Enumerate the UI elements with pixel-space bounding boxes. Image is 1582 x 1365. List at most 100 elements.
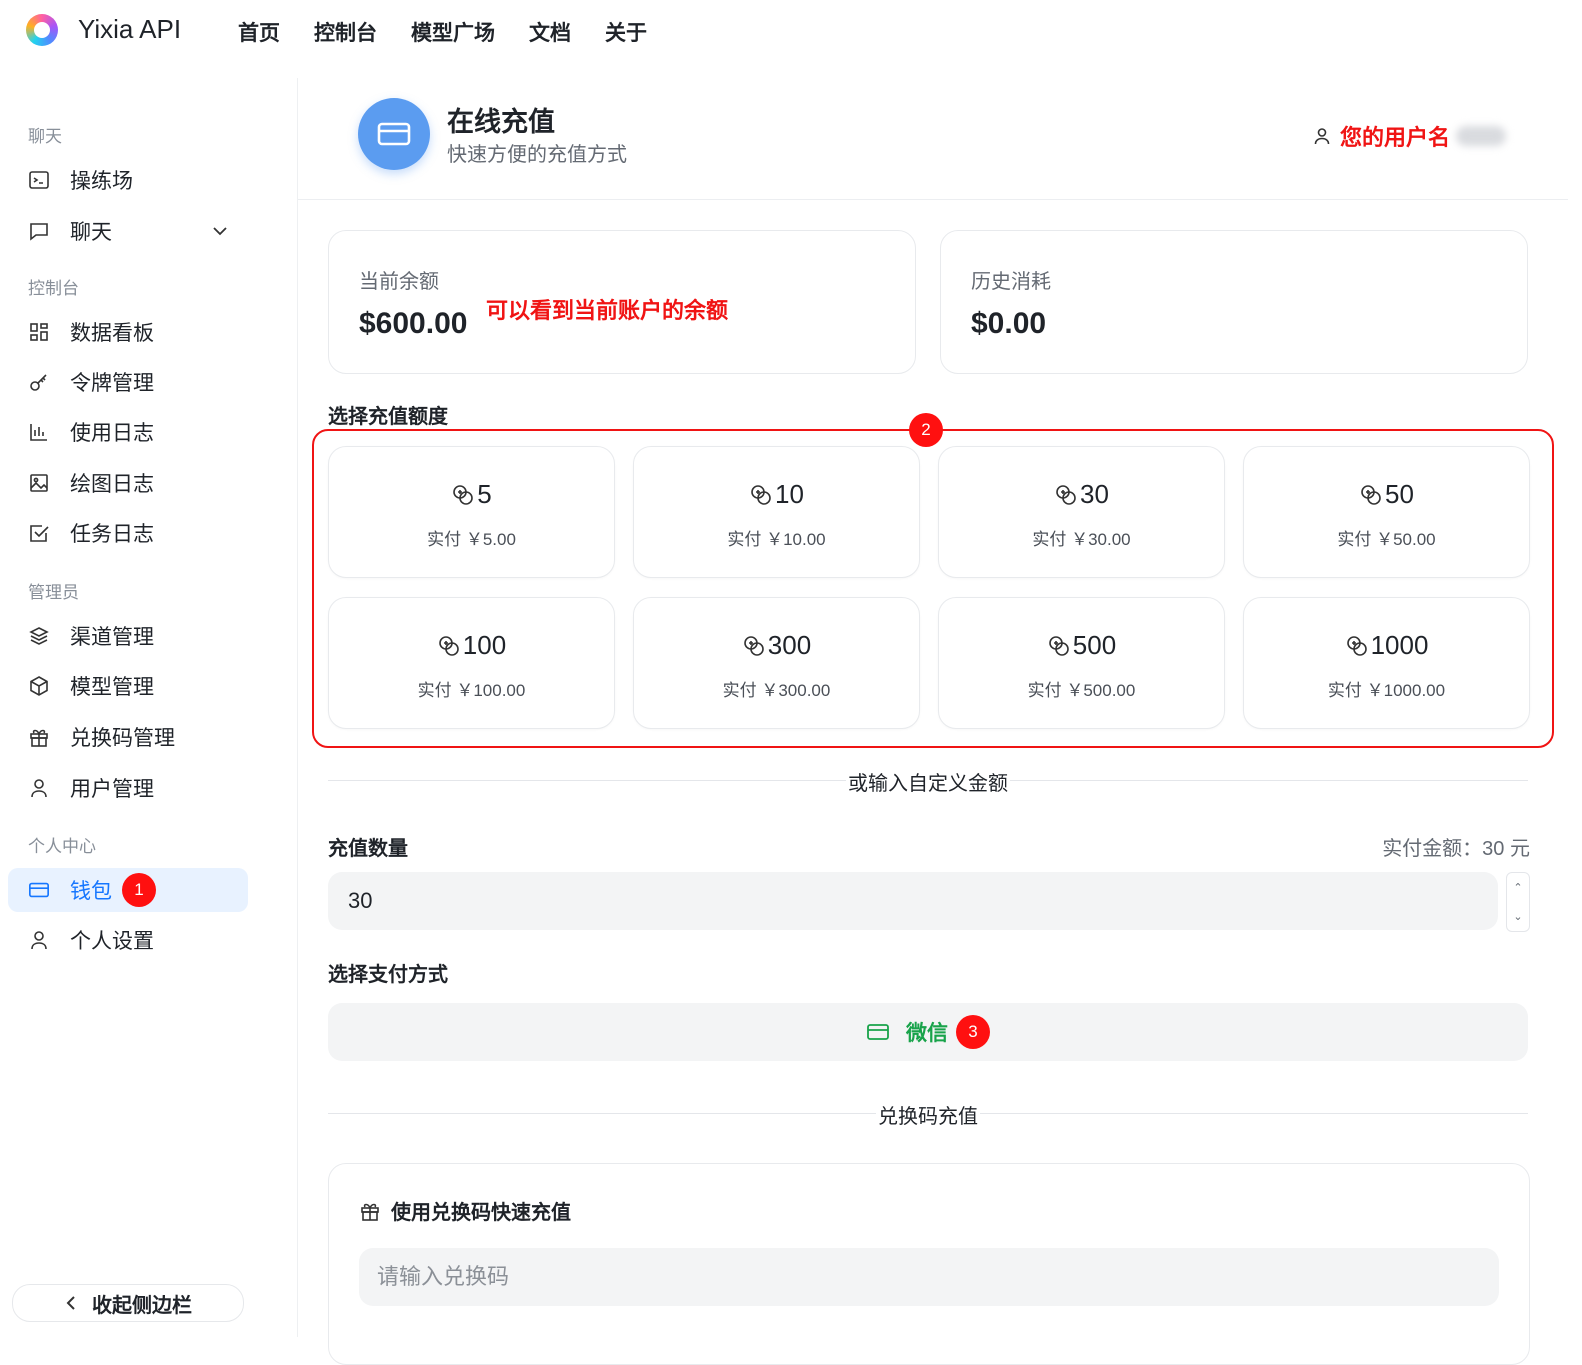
amount-option-value-row: 100 — [329, 630, 614, 661]
sidebar-group-chat: 聊天 — [28, 127, 62, 146]
balance-value: $600.00 — [359, 307, 468, 340]
annotation-badge-1: 1 — [122, 873, 156, 907]
sidebar-item-chat[interactable]: 聊天 — [8, 209, 248, 253]
custom-amount-divider-text: 或输入自定义金额 — [298, 767, 1558, 796]
amount-option-pay: 实付 ￥300.00 — [722, 681, 831, 700]
nav-about[interactable]: 关于 — [605, 17, 647, 47]
sidebar-item-usage-log[interactable]: 使用日志 — [8, 410, 248, 454]
redeem-card: 使用兑换码快速充值 — [328, 1163, 1530, 1365]
sidebar-item-users[interactable]: 用户管理 — [8, 766, 248, 810]
cube-icon — [28, 675, 50, 697]
sidebar-group-personal: 个人中心 — [28, 837, 96, 856]
sidebar-item-dashboard[interactable]: 数据看板 — [8, 310, 248, 354]
custom-amount-divider-label: 或输入自定义金额 — [846, 773, 1010, 795]
sidebar-item-wallet[interactable]: 钱包 1 — [8, 868, 248, 912]
header-divider — [298, 199, 1568, 200]
bar-chart-icon — [28, 421, 50, 443]
page-subtitle: 快速方便的充值方式 — [447, 144, 627, 166]
amount-option-value-row: 10 — [634, 479, 919, 510]
chevron-up-icon[interactable]: ⌃ — [1513, 881, 1522, 894]
sidebar-item-label: 数据看板 — [70, 322, 154, 345]
amount-option-card[interactable]: 30 实付 ￥30.00 — [938, 446, 1225, 578]
checkbox-icon — [28, 522, 50, 544]
sidebar-item-label: 兑换码管理 — [70, 727, 175, 750]
chevron-down-icon[interactable]: ⌄ — [1513, 910, 1522, 923]
sidebar-item-playground[interactable]: 操练场 — [8, 158, 248, 202]
layers-icon — [28, 625, 50, 647]
chevron-left-icon — [64, 1295, 78, 1311]
amount-option-value-row: 500 — [939, 630, 1224, 661]
amount-option-pay: 实付 ￥500.00 — [1027, 681, 1136, 700]
amount-option-value: 100 — [462, 630, 507, 660]
amount-option-value-row: 30 — [939, 479, 1224, 510]
brand-name[interactable]: Yixia API — [78, 14, 181, 45]
annotation-badge-2: 2 — [909, 413, 943, 447]
payment-section-title: 选择支付方式 — [328, 964, 448, 986]
main-content: 在线充值 快速方便的充值方式 您的用户名 当前余额 $600.00 可以看到当前… — [297, 78, 1568, 1365]
coins-icon — [1047, 634, 1071, 658]
amount-option-card[interactable]: 10 实付 ￥10.00 — [633, 446, 920, 578]
wechat-pay-button[interactable]: 微信 3 — [328, 1003, 1528, 1061]
top-nav: 首页 控制台 模型广场 文档 关于 — [238, 17, 647, 47]
redeem-card-title: 使用兑换码快速充值 — [391, 1202, 571, 1224]
gift-icon — [359, 1200, 381, 1222]
collapse-sidebar-label: 收起侧边栏 — [92, 1294, 192, 1317]
logo[interactable] — [26, 14, 58, 46]
balance-annotation: 可以看到当前账户的余额 — [486, 298, 729, 323]
quantity-label: 充值数量 — [328, 838, 408, 860]
pay-amount: 实付金额：30 元 — [1382, 838, 1530, 860]
amount-option-card[interactable]: 1000 实付 ￥1000.00 — [1243, 597, 1530, 729]
amount-option-pay: 实付 ￥5.00 — [427, 530, 516, 549]
consumed-card: 历史消耗 $0.00 — [940, 230, 1528, 374]
amount-option-card[interactable]: 50 实付 ￥50.00 — [1243, 446, 1530, 578]
amount-option-pay: 实付 ￥1000.00 — [1327, 681, 1446, 700]
amount-option-value: 500 — [1072, 630, 1117, 660]
quantity-input[interactable]: 30 — [328, 872, 1498, 930]
amount-option-card[interactable]: 300 实付 ￥300.00 — [633, 597, 920, 729]
coins-icon — [742, 634, 766, 658]
redeem-card-header: 使用兑换码快速充值 — [359, 1196, 571, 1225]
card-icon — [28, 879, 50, 901]
page-title: 在线充值 — [447, 107, 555, 137]
sidebar-item-label: 聊天 — [70, 221, 112, 244]
nav-model-plaza[interactable]: 模型广场 — [411, 17, 495, 47]
nav-home[interactable]: 首页 — [238, 17, 280, 47]
sidebar-item-drawing-log[interactable]: 绘图日志 — [8, 461, 248, 505]
chevron-down-icon[interactable] — [210, 221, 230, 246]
sidebar-item-personal-settings[interactable]: 个人设置 — [8, 918, 248, 962]
sidebar-item-task-log[interactable]: 任务日志 — [8, 511, 248, 555]
amount-option-card[interactable]: 100 实付 ￥100.00 — [328, 597, 615, 729]
amount-option-pay: 实付 ￥10.00 — [727, 530, 826, 549]
sidebar-item-channels[interactable]: 渠道管理 — [8, 614, 248, 658]
amount-option-card[interactable]: 5 实付 ￥5.00 — [328, 446, 615, 578]
amount-option-value-row: 50 — [1244, 479, 1529, 510]
credit-card-icon — [358, 98, 430, 170]
user-icon — [1312, 126, 1332, 146]
nav-console[interactable]: 控制台 — [314, 17, 377, 47]
sidebar-item-label: 操练场 — [70, 170, 133, 193]
sidebar-item-label: 模型管理 — [70, 676, 154, 699]
user-info: 您的用户名 — [1312, 120, 1507, 152]
dashboard-icon — [28, 321, 50, 343]
coins-icon — [451, 483, 475, 507]
credit-card-icon — [866, 1022, 890, 1042]
amount-option-pay: 实付 ￥30.00 — [1032, 530, 1131, 549]
sidebar-item-models[interactable]: 模型管理 — [8, 664, 248, 708]
user-icon — [28, 777, 50, 799]
sidebar-item-label: 绘图日志 — [70, 473, 154, 496]
quantity-stepper[interactable]: ⌃ ⌄ — [1506, 872, 1530, 932]
terminal-icon — [28, 169, 50, 191]
top-navbar: Yixia API 首页 控制台 模型广场 文档 关于 — [0, 0, 1582, 64]
amount-option-pay: 实付 ￥100.00 — [417, 681, 526, 700]
collapse-sidebar-button[interactable]: 收起侧边栏 — [12, 1284, 244, 1322]
coins-icon — [1054, 483, 1078, 507]
sidebar-item-redeem-codes[interactable]: 兑换码管理 — [8, 715, 248, 759]
nav-docs[interactable]: 文档 — [529, 17, 571, 47]
amount-option-card[interactable]: 500 实付 ￥500.00 — [938, 597, 1225, 729]
amount-section-title: 选择充值额度 — [328, 406, 448, 428]
amount-option-value: 300 — [767, 630, 812, 660]
username-annotation: 您的用户名 — [1340, 125, 1451, 150]
redeem-code-input[interactable] — [359, 1248, 1499, 1306]
chat-icon — [28, 220, 50, 242]
sidebar-item-tokens[interactable]: 令牌管理 — [8, 360, 248, 404]
